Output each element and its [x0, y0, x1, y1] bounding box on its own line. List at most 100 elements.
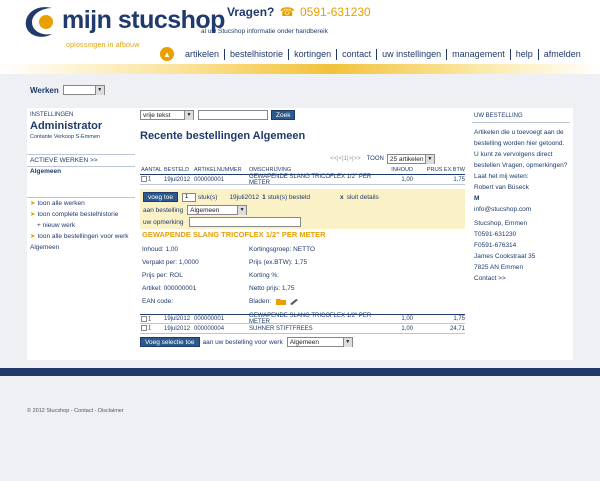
search-button[interactable]: Zoek [271, 110, 296, 120]
search-type-select[interactable]: vrije tekst ▼ [140, 110, 194, 120]
user-name: Administrator [30, 120, 103, 132]
arrow-right-icon: ➤ [30, 210, 36, 218]
header-tagline: al uw Stucshop informatie onder handbere… [201, 28, 328, 35]
table-row[interactable]: 1 19jul2012 000000004 SUHNER STIFTFREES … [140, 324, 465, 334]
aantal-value: 1 [148, 316, 152, 323]
phone-icon: ☎ [279, 5, 295, 19]
bladen-icons [275, 298, 299, 305]
chevron-down-icon: ▼ [184, 110, 193, 120]
close-icon[interactable]: x [340, 194, 344, 201]
fax-number: F0591-676314 [474, 242, 517, 249]
nav-artikelen[interactable]: artikelen [180, 48, 226, 60]
row-besteld: 19jul2012 [164, 176, 191, 183]
row-aantal: 1 [140, 176, 164, 183]
row-checkbox[interactable] [141, 315, 147, 322]
nav-afmelden[interactable]: afmelden [539, 49, 586, 60]
link-toon-alle-werken[interactable]: ➤ toon alle werken [27, 198, 135, 209]
stucshop-logo-icon[interactable] [22, 4, 60, 40]
col-omschrijving: OMSCHRIJVING [249, 167, 292, 173]
werk-select[interactable]: Algemeen ▼ [286, 337, 353, 347]
ordered-date: 19juli2012 [229, 193, 260, 201]
arrow-right-icon: ➤ [30, 199, 36, 207]
link-label: toon complete bestelhistorie [37, 210, 119, 218]
nav-contact[interactable]: contact [337, 48, 378, 60]
werken-select[interactable]: ▼ [62, 85, 105, 95]
link-werk-algemeen[interactable]: Algemeen [27, 242, 135, 253]
voeg-selectie-row: Voeg selectie toe aan uw bestelling voor… [140, 337, 353, 347]
col-prijs: PRIJS EX.BTW [426, 167, 465, 173]
company-name: Stucshop, Emmen [474, 220, 528, 227]
link-toon-bestellingen-werk[interactable]: ➤ toon alle bestellingen voor werk [27, 231, 135, 242]
row-inhoud: 1,00 [401, 325, 413, 332]
row-besteld: 19jul2012 [164, 325, 191, 332]
link-toon-bestelhistorie[interactable]: ➤ toon complete bestelhistorie [27, 209, 135, 220]
link-nieuw-werk[interactable]: + nieuw werk [27, 220, 135, 231]
voeg-toe-button[interactable]: voeg toe [143, 192, 178, 202]
folder-icon[interactable] [275, 298, 286, 305]
nav-help[interactable]: help [511, 48, 539, 60]
row-omschrijving[interactable]: GEWAPENDE SLANG TRICOFLEX 1/2" PER METER [249, 313, 391, 325]
row-inhoud: 1,00 [401, 316, 413, 322]
opmerking-label: uw opmerking [143, 218, 184, 226]
nav-uw-instellingen[interactable]: uw instellingen [377, 48, 448, 60]
row-omschrijving[interactable]: GEWAPENDE SLANG TRICOFLEX 1/2" PER METER [249, 174, 391, 186]
werken-selector: Werken ▼ [30, 85, 105, 95]
nav-kortingen[interactable]: kortingen [289, 48, 338, 60]
detail-inhoud: Inhoud: 1,00 [142, 246, 179, 253]
row-artikel: 000000001 [194, 316, 225, 322]
info-line: Laat het mij weten: [474, 173, 529, 180]
detail-prijs-per: Prijs per: ROL [142, 272, 183, 279]
table-row[interactable]: 1 19jul2012 000000001 GEWAPENDE SLANG TR… [140, 174, 465, 186]
email-link[interactable]: info@stucshop.com [472, 204, 570, 215]
nav-bestelhistorie[interactable]: bestelhistorie [225, 48, 290, 60]
search-input[interactable] [198, 110, 268, 120]
detail-bladen: Bladen: [249, 295, 315, 308]
actieve-werken-link[interactable]: ACTIEVE WERKEN >> [27, 154, 135, 167]
detail-ean: EAN code: [142, 298, 174, 305]
voeg-selectie-button[interactable]: Voeg selectie toe [140, 337, 200, 347]
logo-tagline: oplossingen in afbouw [66, 42, 140, 49]
detail-artikel: Artikel: 000000001 [142, 285, 197, 292]
aantal-value: 1 [148, 176, 152, 183]
vragen-phone: 0591-631230 [300, 5, 371, 19]
active-werk-algemeen[interactable]: Algemeen [30, 168, 61, 175]
orders-table-2: 1 19jul2012 000000001 GEWAPENDE SLANG TR… [140, 313, 465, 334]
table-row[interactable]: 1 19jul2012 000000001 GEWAPENDE SLANG TR… [140, 313, 465, 325]
toon-value: 25 artikelen [389, 155, 424, 163]
detail-verpakt: Verpakt per: 1,0000 [142, 259, 199, 266]
row-checkbox[interactable] [141, 325, 147, 332]
order-row-opmerking: uw opmerking [143, 217, 302, 227]
col-inhoud: INHOUD [391, 167, 413, 173]
col-artikelnummer: ARTIKELNUMMER [194, 167, 242, 173]
product-details-left: Inhoud: 1,00 Verpakt per: 1,0000 Prijs p… [142, 243, 199, 308]
tool-icon[interactable] [289, 298, 299, 305]
nav-management[interactable]: management [447, 48, 511, 60]
phone-number: T0591-631230 [474, 231, 517, 238]
uw-bestelling-panel: UW BESTELLING Artikelen die u toevoegt a… [472, 110, 570, 284]
toon-select[interactable]: 25 artikelen ▼ [386, 154, 435, 164]
pagination[interactable]: <<|<|1|>|>> [330, 156, 361, 162]
search-bar: vrije tekst ▼ Zoek [140, 110, 296, 120]
row-checkbox[interactable] [141, 176, 147, 183]
quantity-input[interactable] [181, 192, 196, 202]
bestelling-select[interactable]: Algemeen ▼ [187, 205, 248, 215]
info-line: bestellen Vragen, opmerkingen? [474, 162, 568, 169]
info-line: U kunt ze vervolgens direct [474, 151, 553, 158]
pager: <<|<|1|>|>> TOON 25 artikelen ▼ [330, 154, 435, 164]
home-arrow-icon[interactable]: ▲ [160, 47, 174, 61]
close-details-link[interactable]: sluit details [347, 194, 379, 201]
contact-link[interactable]: Contact >> [472, 273, 570, 284]
row-besteld: 19jul2012 [164, 316, 191, 322]
aan-bestelling-label: aan bestelling [143, 206, 184, 214]
detail-korting: Korting %: [249, 272, 279, 279]
row-prijs: 1,75 [453, 176, 465, 183]
info-line: Artikelen die u toevoegt aan de [474, 129, 564, 136]
header-yellow-band [0, 64, 600, 74]
chevron-down-icon: ▼ [424, 154, 434, 164]
search-type-value: vrije tekst [143, 111, 171, 119]
arrow-right-icon: ➤ [30, 232, 36, 240]
row-omschrijving[interactable]: SUHNER STIFTFREES [249, 326, 391, 332]
opmerking-input[interactable] [189, 217, 302, 227]
bestelling-value: Algemeen [190, 206, 220, 214]
uw-bestelling-heading: UW BESTELLING [472, 110, 570, 123]
